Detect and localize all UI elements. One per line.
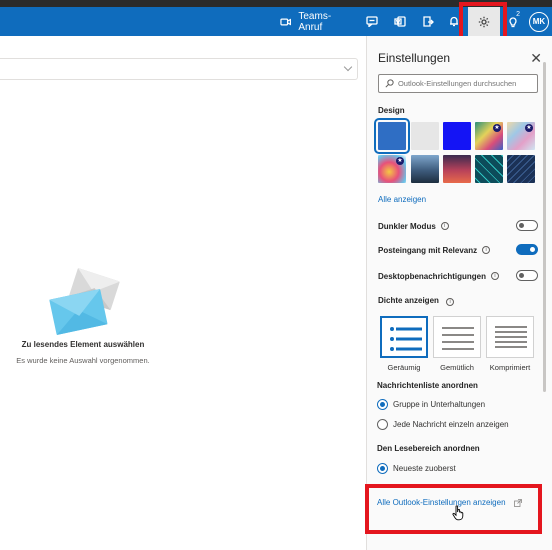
teams-call-label: Teams-Anruf	[298, 10, 332, 33]
empty-state-title: Zu lesendes Element auswählen	[21, 340, 145, 349]
video-camera-icon	[280, 18, 292, 25]
office-document-icon	[394, 16, 406, 27]
info-icon[interactable]: i	[446, 298, 455, 306]
radio-button[interactable]	[377, 462, 388, 474]
density-option-compact[interactable]	[486, 316, 534, 358]
theme-swatch-landscape[interactable]	[411, 155, 439, 183]
dark-mode-row: Dunkler Modus i	[378, 219, 538, 233]
theme-swatch-sunset[interactable]	[443, 155, 471, 183]
theme-swatch-flowers[interactable]: ★	[378, 155, 406, 183]
radio-label: Jede Nachricht einzeln anzeigen	[393, 419, 509, 429]
focused-inbox-row: Posteingang mit Relevanz i	[378, 243, 538, 257]
info-icon[interactable]: i	[440, 222, 449, 230]
bell-icon	[450, 16, 458, 27]
compact-density-icon	[495, 326, 527, 348]
theme-swatch-blue[interactable]	[374, 118, 410, 154]
account-button[interactable]: MK	[527, 7, 551, 36]
radio-label: Gruppe in Unterhaltungen	[393, 399, 486, 409]
chat-icon	[366, 16, 378, 27]
search-icon	[385, 79, 394, 88]
avatar: MK	[529, 11, 549, 32]
share-note-icon	[423, 16, 434, 27]
settings-title: Einstellungen	[378, 51, 451, 65]
desktop-notifications-label: Desktopbenachrichtigungen	[378, 271, 487, 281]
density-header: Dichte anzeigen i	[378, 296, 455, 306]
settings-scrollbar[interactable]	[543, 62, 546, 392]
density-label-compact: Komprimiert	[489, 363, 531, 372]
theme-swatch-rainbow[interactable]: ★	[475, 122, 503, 150]
focused-inbox-label: Posteingang mit Relevanz	[378, 245, 478, 255]
word-button[interactable]	[388, 7, 412, 36]
settings-search-field[interactable]	[378, 74, 538, 93]
density-label-spacious: Geräumig	[387, 363, 421, 372]
settings-search-input[interactable]	[397, 79, 537, 88]
radio-newest-on-top[interactable]: Neueste zuoberst	[377, 462, 456, 474]
premium-star-icon: ★	[525, 124, 533, 132]
chat-button[interactable]	[360, 7, 384, 36]
info-icon[interactable]: i	[482, 246, 491, 254]
focused-inbox-toggle[interactable]	[516, 244, 538, 255]
radio-button[interactable]	[377, 398, 388, 410]
design-header: Design	[378, 106, 405, 115]
message-list-header-bar	[0, 58, 358, 80]
share-button[interactable]	[416, 7, 440, 36]
premium-star-icon: ★	[396, 157, 404, 165]
info-icon[interactable]: i	[491, 272, 500, 280]
close-icon[interactable]: ✕	[530, 51, 542, 65]
chevron-down-icon[interactable]	[343, 62, 353, 72]
teams-call-button[interactable]: Teams-Anruf	[280, 7, 352, 36]
reading-pane-header: Den Lesebereich anordnen	[377, 444, 480, 453]
notification-count-badge: 2	[516, 11, 520, 18]
cozy-density-icon	[442, 327, 474, 350]
radio-button[interactable]	[377, 418, 388, 430]
desktop-notifications-toggle[interactable]	[516, 270, 538, 281]
radio-label: Neueste zuoberst	[393, 463, 456, 473]
theme-swatch-geometric[interactable]	[507, 155, 535, 183]
density-label-cozy: Gemütlich	[440, 363, 474, 372]
radio-individual-messages[interactable]: Jede Nachricht einzeln anzeigen	[377, 418, 509, 430]
show-all-themes-link[interactable]: Alle anzeigen	[378, 195, 426, 204]
message-list-header: Nachrichtenliste anordnen	[377, 381, 478, 390]
desktop-notifications-row: Desktopbenachrichtigungen i	[378, 269, 538, 283]
empty-state-subtitle: Es wurde keine Auswahl vorgenommen.	[16, 356, 150, 365]
theme-swatch-royal[interactable]	[443, 122, 471, 150]
all-settings-highlight-box	[365, 484, 542, 534]
density-option-spacious[interactable]	[380, 316, 428, 358]
theme-swatch-pastel[interactable]: ★	[507, 122, 535, 150]
theme-swatch-circuit[interactable]	[475, 155, 503, 183]
radio-group-conversations[interactable]: Gruppe in Unterhaltungen	[377, 398, 485, 410]
density-option-cozy[interactable]	[433, 316, 481, 358]
dark-mode-toggle[interactable]	[516, 220, 538, 231]
envelopes-illustration	[49, 267, 120, 335]
dark-mode-label: Dunkler Modus	[378, 221, 436, 231]
spacious-density-icon	[390, 327, 422, 351]
theme-swatch-light[interactable]	[411, 122, 439, 150]
density-header-label: Dichte anzeigen	[378, 296, 439, 305]
premium-star-icon: ★	[493, 124, 501, 132]
